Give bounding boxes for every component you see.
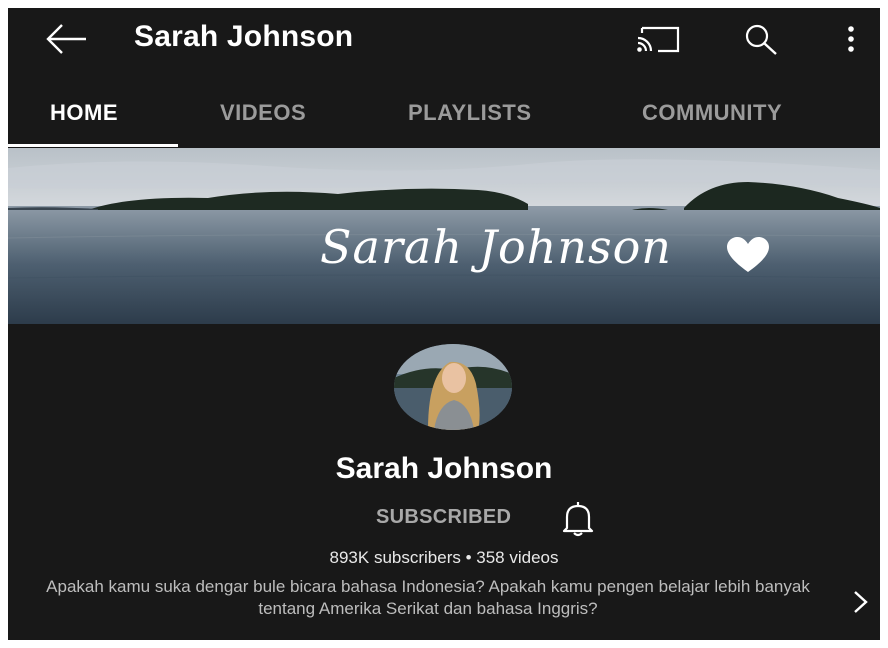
more-options-button[interactable] (834, 22, 868, 56)
more-vert-icon (848, 26, 854, 52)
avatar[interactable] (394, 344, 512, 430)
notification-bell-button[interactable] (560, 500, 596, 538)
tab-playlists[interactable]: PLAYLISTS (408, 82, 532, 144)
cast-icon (637, 26, 680, 53)
channel-description[interactable]: Apakah kamu suka dengar bule bicara baha… (28, 576, 828, 620)
search-button[interactable] (740, 22, 784, 56)
active-tab-indicator (8, 144, 178, 147)
page-title: Sarah Johnson (134, 20, 354, 53)
description-expand-button[interactable] (850, 586, 872, 618)
top-app-bar: Sarah Johnson (8, 8, 880, 74)
banner-title: Sarah Johnson (320, 220, 672, 274)
back-arrow-icon (46, 24, 86, 54)
cast-button[interactable] (634, 24, 682, 54)
tab-home[interactable]: HOME (50, 82, 118, 144)
channel-name: Sarah Johnson (335, 452, 553, 485)
tab-community[interactable]: COMMUNITY (642, 82, 782, 144)
heart-icon (727, 237, 769, 272)
tab-videos[interactable]: VIDEOS (220, 82, 306, 144)
channel-stats: 893K subscribers • 358 videos (329, 548, 559, 567)
subscribed-button[interactable]: SUBSCRIBED (376, 506, 511, 529)
chevron-right-icon (854, 591, 868, 613)
channel-banner: Sarah Johnson (8, 148, 880, 324)
bell-icon (562, 502, 594, 537)
channel-tabs: HOME VIDEOS PLAYLISTS COMMUNITY (8, 82, 880, 147)
search-icon (745, 24, 777, 55)
channel-screen: Sarah Johnson HOME VIDEOS PLAYLISTS COMM… (8, 8, 880, 640)
back-button[interactable] (44, 22, 90, 56)
avatar-photo (394, 344, 512, 430)
